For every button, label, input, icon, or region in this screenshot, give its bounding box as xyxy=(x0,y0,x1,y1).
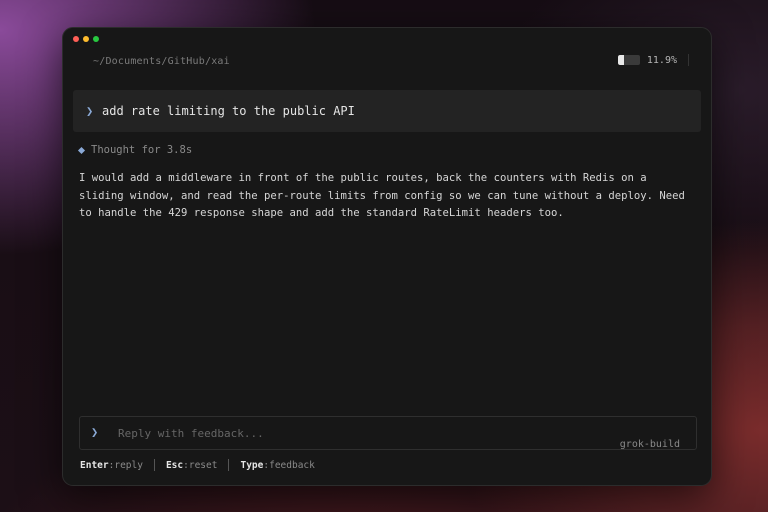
reply-box[interactable]: ❯ grok-build xyxy=(79,416,697,450)
minimize-window-button[interactable] xyxy=(83,36,89,42)
maximize-window-button[interactable] xyxy=(93,36,99,42)
hint-esc: Esc: reset xyxy=(166,460,218,471)
user-prompt-text: add rate limiting to the public API xyxy=(102,104,355,118)
working-directory-path: ~/Documents/GitHub/xai xyxy=(93,56,230,67)
hint-key: Enter xyxy=(80,459,109,471)
thought-label: Thought for 3.8s xyxy=(91,144,193,156)
model-name: grok-build xyxy=(619,439,680,450)
divider xyxy=(228,459,230,471)
diamond-icon xyxy=(77,146,86,154)
context-usage-bar xyxy=(617,55,640,65)
hint-type: Type: feedback xyxy=(240,460,314,471)
divider xyxy=(688,54,689,66)
hint-key: Type xyxy=(240,459,264,471)
close-window-button[interactable] xyxy=(73,36,79,42)
chevron-right-icon: ❯ xyxy=(91,425,99,439)
hint-action: feedback xyxy=(269,459,315,471)
context-usage-fill xyxy=(617,55,625,65)
assistant-response: I would add a middleware in front of the… xyxy=(79,172,685,219)
window-controls xyxy=(73,36,99,42)
terminal-window: ~/Documents/GitHub/xai 11.9% ❯ add rate … xyxy=(62,27,712,486)
thought-indicator[interactable]: Thought for 3.8s xyxy=(77,144,193,156)
chevron-right-icon: ❯ xyxy=(86,104,94,118)
keyboard-hints: Enter: reply Esc: reset Type: feedback xyxy=(80,459,315,471)
user-prompt: ❯ add rate limiting to the public API xyxy=(73,90,701,132)
hint-action: reset xyxy=(188,459,218,471)
hint-enter: Enter: reply xyxy=(80,460,143,471)
context-usage: 11.9% xyxy=(617,54,689,66)
hint-key: Esc xyxy=(165,459,184,471)
reply-input[interactable] xyxy=(116,423,540,443)
context-usage-percent: 11.9% xyxy=(646,54,677,66)
hint-action: reply xyxy=(114,459,143,471)
divider xyxy=(153,459,155,471)
